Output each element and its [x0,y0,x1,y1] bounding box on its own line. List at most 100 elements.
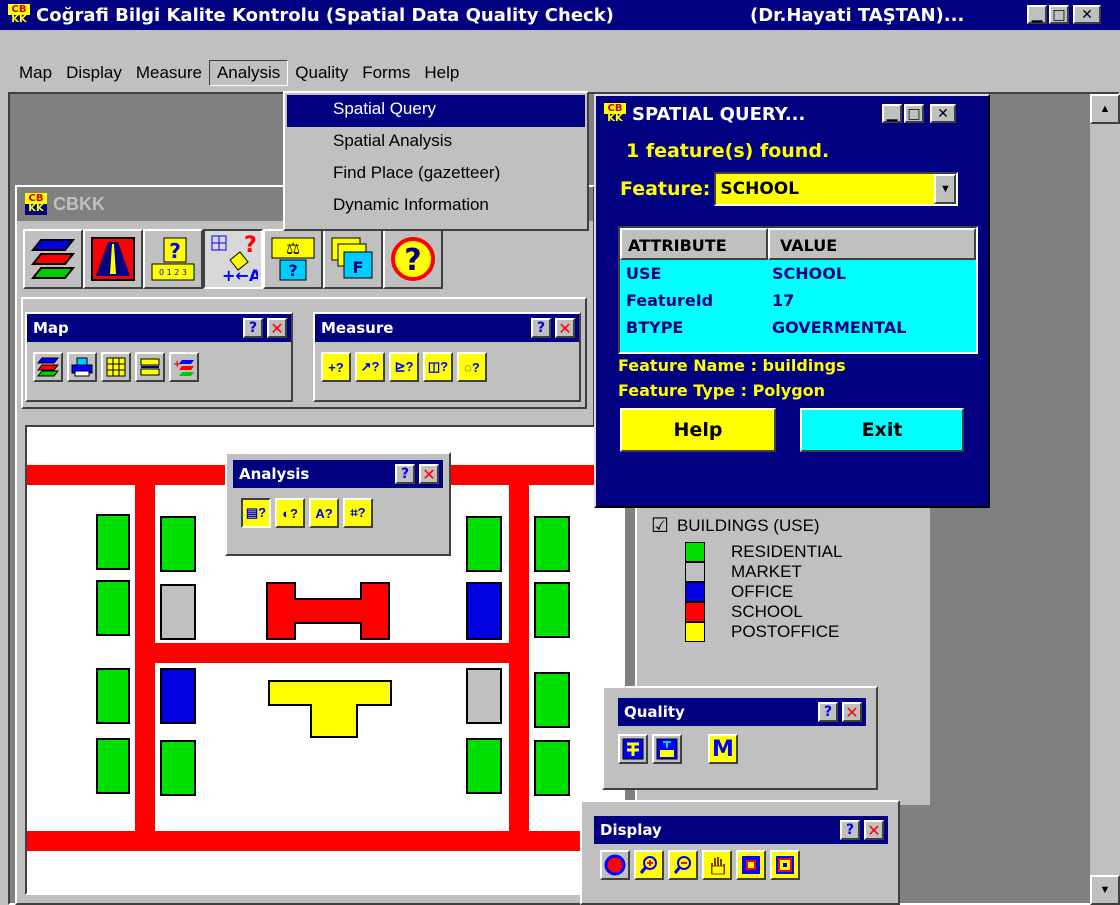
close-icon[interactable]: ✕ [555,318,575,338]
spatial-analysis-button[interactable]: ◐? [275,498,305,528]
query-close-button[interactable]: ✕ [930,104,956,123]
maximize-button[interactable]: □ [1049,5,1069,24]
zoom-window-button[interactable] [736,850,766,880]
cbkk-logo-icon: CB KK [25,193,47,215]
menu-analysis[interactable]: Analysis [208,60,289,86]
svg-text:+←A: +←A [222,266,258,284]
analysis-tool-button[interactable]: ? +←A [203,229,263,289]
display-tool-button[interactable] [83,229,143,289]
layers-icon [37,357,59,377]
menu-forms[interactable]: Forms [355,61,417,85]
dynamic-info-button[interactable]: ⌗? [343,498,373,528]
building-residential [96,580,130,636]
measure-area-button[interactable]: ◫? [423,352,453,382]
zoom-in-button[interactable] [634,850,664,880]
close-icon[interactable]: ✕ [842,702,862,722]
vertical-scrollbar[interactable]: ▲ ▼ [1090,94,1120,905]
minimize-button[interactable]: ▁ [1027,5,1047,24]
table-row[interactable]: BTYPE GOVERMENTAL [620,314,976,341]
road-right [509,465,529,851]
building-residential [96,514,130,570]
layer-checkbox[interactable]: ☑ [651,513,669,538]
measure-distance-button[interactable]: ↗? [355,352,385,382]
grid-button[interactable] [101,352,131,382]
help-icon[interactable]: ? [395,464,415,484]
layers-tool-button[interactable] [23,229,83,289]
layers-button[interactable] [33,352,63,382]
help-icon[interactable]: ? [531,318,551,338]
spatial-query-button[interactable]: ▤? [241,498,271,528]
main-toolbar: ? 0 1 2 3 ? +←A ⚖? F ? [23,229,443,289]
chevron-down-icon[interactable]: ▼ [934,174,957,204]
close-icon[interactable]: ✕ [419,464,439,484]
printer-icon [71,357,93,377]
menuitem-spatial-query[interactable]: Spatial Query [287,95,585,127]
building-office [160,668,196,724]
road-icon [91,237,135,281]
query-maximize-button[interactable]: □ [904,104,924,123]
full-extent-button[interactable] [600,850,630,880]
display-toolbar-titlebar: Display ? ✕ [594,816,888,844]
col-attribute-header[interactable]: ATTRIBUTE [620,228,768,260]
menuitem-spatial-analysis[interactable]: Spatial Analysis [287,127,585,159]
measure-tool-button[interactable]: ? 0 1 2 3 [143,229,203,289]
scroll-up-button[interactable]: ▲ [1090,94,1120,124]
help-tool-button[interactable]: ? [383,229,443,289]
zoom-out-button[interactable] [668,850,698,880]
exit-button[interactable]: Exit [800,408,964,452]
svg-text:⚖: ⚖ [286,239,300,258]
measure-circle-button[interactable]: ◌? [457,352,487,382]
table-row[interactable]: USE SCHOOL [620,260,976,287]
menu-measure[interactable]: Measure [129,61,209,85]
menu-quality[interactable]: Quality [288,61,355,85]
menu-display[interactable]: Display [59,61,129,85]
menu-map[interactable]: Map [12,61,59,85]
close-icon[interactable]: ✕ [267,318,287,338]
swatch-postoffice [685,622,705,642]
forms-tool-button[interactable]: F [323,229,383,289]
help-icon[interactable]: ? [243,318,263,338]
quality-report-button[interactable] [652,734,682,764]
close-icon[interactable]: ✕ [864,820,884,840]
analysis-icon: ? +←A [211,234,258,284]
col-value-header[interactable]: VALUE [768,228,976,260]
zoom-previous-button[interactable] [770,850,800,880]
close-button[interactable]: ✕ [1073,5,1101,24]
ruler-icon [140,358,160,376]
quality-metadata-button[interactable]: M [708,734,738,764]
menu-help[interactable]: Help [417,61,466,85]
menuitem-dynamic-information[interactable]: Dynamic Information [287,191,585,223]
measure-toolbar-titlebar: Measure ? ✕ [315,314,579,342]
help-button[interactable]: Help [620,408,776,452]
quality-check-button[interactable] [618,734,648,764]
find-place-button[interactable]: A? [309,498,339,528]
menuitem-find-place[interactable]: Find Place (gazetteer) [287,159,585,191]
print-button[interactable] [67,352,97,382]
measure-angle-button[interactable]: ⊵? [389,352,419,382]
cbkk-title: CBKK [53,193,105,214]
query-minimize-button[interactable]: ▁ [882,104,902,123]
legend-layer-row: ☑ BUILDINGS (USE) [651,513,930,538]
quality-tool-button[interactable]: ⚖? [263,229,323,289]
quality-toolbar-titlebar: Quality ? ✕ [618,698,866,726]
table-header: ATTRIBUTE VALUE [620,228,976,260]
measure-point-button[interactable]: +? [321,352,351,382]
table-row[interactable]: FeatureId 17 [620,287,976,314]
quality-toolbar-buttons: M [604,726,876,772]
scroll-down-button[interactable]: ▼ [1090,875,1120,905]
grid-icon [106,357,126,377]
help-icon[interactable]: ? [840,820,860,840]
zoom-out-icon [673,856,691,874]
map-toolbar-buttons: + [27,342,291,392]
legend-items: RESIDENTIAL MARKET OFFICE SCHOOL POSTOFF… [685,542,930,642]
pan-button[interactable] [702,850,732,880]
help-icon[interactable]: ? [818,702,838,722]
feature-select[interactable]: SCHOOL ▼ [714,172,959,206]
svg-text:?: ? [404,243,421,278]
analysis-toolbar-titlebar: Analysis ? ✕ [233,460,443,488]
swatch-market [685,562,705,582]
layer-add-button[interactable]: + [169,352,199,382]
ruler-button[interactable] [135,352,165,382]
layers-icon [31,239,75,279]
legend-item: SCHOOL [685,602,930,622]
